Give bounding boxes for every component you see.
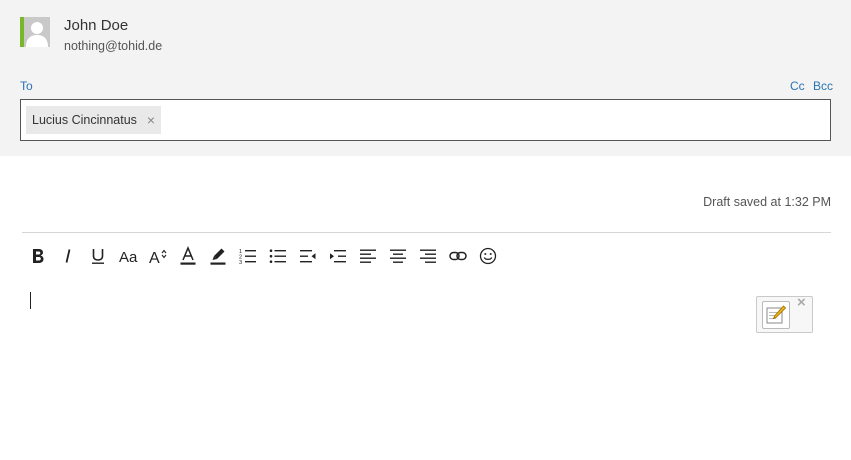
- svg-text:Aa: Aa: [119, 249, 138, 265]
- bulleted-list-icon: [269, 249, 286, 263]
- numbered-list-icon: 1 2 3: [239, 249, 256, 265]
- emoji-icon: [479, 247, 497, 265]
- sender-avatar: [20, 17, 50, 47]
- close-icon[interactable]: ×: [797, 295, 806, 310]
- font-size-icon: A: [149, 249, 167, 265]
- highlighter-icon: [210, 248, 226, 265]
- bold-button[interactable]: [23, 243, 53, 269]
- recipient-chip-label: Lucius Cincinnatus: [32, 113, 137, 127]
- link-icon: [449, 251, 467, 261]
- align-center-icon: [390, 249, 406, 263]
- align-center-button[interactable]: [383, 243, 413, 269]
- increase-indent-button[interactable]: [323, 243, 353, 269]
- svg-text:3: 3: [239, 260, 242, 265]
- underline-button[interactable]: [83, 243, 113, 269]
- floating-note-widget[interactable]: ×: [756, 295, 813, 333]
- italic-icon: [65, 249, 71, 263]
- insert-link-button[interactable]: [443, 243, 473, 269]
- svg-text:A: A: [149, 250, 160, 265]
- align-right-button[interactable]: [413, 243, 443, 269]
- recipient-chip[interactable]: Lucius Cincinnatus ×: [26, 106, 162, 134]
- highlight-button[interactable]: [203, 243, 233, 269]
- to-recipients-field[interactable]: Lucius Cincinnatus ×: [20, 99, 831, 141]
- divider: [22, 232, 831, 233]
- align-left-icon: [360, 249, 376, 263]
- sender-email: nothing@tohid.de: [64, 39, 163, 53]
- text-caret: [30, 292, 31, 309]
- to-label[interactable]: To: [20, 79, 33, 93]
- note-edit-icon[interactable]: [762, 301, 790, 329]
- numbered-list-button[interactable]: 1 2 3: [233, 243, 263, 269]
- bold-icon: [33, 249, 44, 263]
- compose-header: John Doe nothing@tohid.de To Cc Bcc Luci…: [0, 0, 851, 156]
- font-family-button[interactable]: Aa: [113, 243, 143, 269]
- font-color-icon: [180, 246, 196, 265]
- font-family-icon: Aa: [119, 249, 138, 265]
- draft-status: Draft saved at 1:32 PM: [703, 195, 831, 209]
- font-color-button[interactable]: [173, 243, 203, 269]
- cc-link[interactable]: Cc: [790, 79, 805, 93]
- note-edit-icon: [766, 305, 787, 324]
- underline-icon: [92, 249, 104, 264]
- italic-button[interactable]: [53, 243, 83, 269]
- decrease-indent-button[interactable]: [293, 243, 323, 269]
- remove-recipient-icon[interactable]: ×: [147, 113, 155, 127]
- formatting-toolbar: Aa A 1 2 3: [23, 243, 503, 269]
- person-icon: [24, 17, 50, 47]
- indent-icon: [330, 250, 346, 263]
- sender-name: John Doe: [64, 17, 129, 34]
- font-size-button[interactable]: A: [143, 243, 173, 269]
- bulleted-list-button[interactable]: [263, 243, 293, 269]
- outdent-icon: [300, 250, 316, 263]
- bcc-link[interactable]: Bcc: [813, 79, 833, 93]
- align-left-button[interactable]: [353, 243, 383, 269]
- align-right-icon: [420, 249, 436, 263]
- insert-emoji-button[interactable]: [473, 243, 503, 269]
